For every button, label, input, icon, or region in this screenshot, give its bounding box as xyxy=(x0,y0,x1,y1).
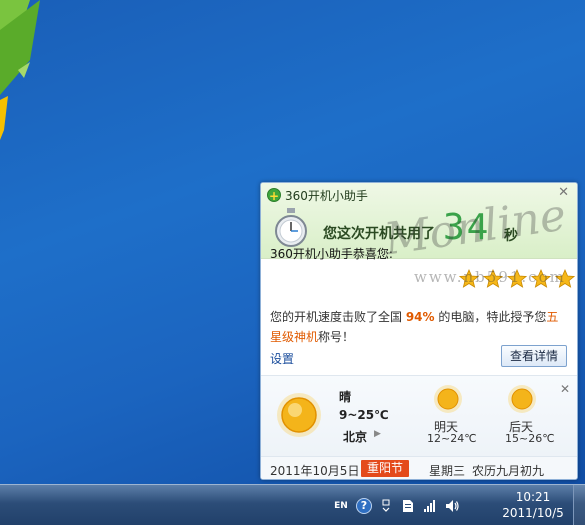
rating-stars xyxy=(459,269,575,289)
360-logo-icon: + xyxy=(267,188,281,203)
forecast-temperature: 15~26℃ xyxy=(505,432,555,445)
volume-icon[interactable] xyxy=(444,498,460,514)
desktop-logo-decoration xyxy=(0,0,40,140)
boot-seconds-value: 34 xyxy=(443,207,491,248)
desc-prefix: 您的开机速度击败了全国 xyxy=(270,310,406,324)
stopwatch-icon xyxy=(275,208,307,247)
view-details-button[interactable]: 查看详情 xyxy=(501,345,567,367)
system-tray: EN ? xyxy=(332,485,460,525)
show-desktop-button[interactable] xyxy=(573,485,585,525)
chevron-right-icon[interactable]: ▶ xyxy=(374,429,381,439)
language-indicator[interactable]: EN xyxy=(332,498,350,514)
clock-date: 2011/10/5 xyxy=(502,506,564,520)
weather-panel: ✕ 晴 9~25℃ 北京 ▶ 明天 12~24℃ 后天 15~26℃ xyxy=(261,376,577,456)
boot-seconds-unit: 秒 xyxy=(504,228,518,244)
help-icon[interactable]: ? xyxy=(356,497,372,514)
speed-description: 您的开机速度击败了全国 94% 的电脑，特此授予您五星级神机称号！ xyxy=(270,307,570,347)
taskbar: EN ? 10:21 2011/10/5 xyxy=(0,484,585,525)
network-signal-icon[interactable] xyxy=(422,498,438,514)
star-icon xyxy=(507,269,527,288)
weekday: 星期三 xyxy=(429,464,466,478)
city-selector[interactable]: 北京 xyxy=(343,428,367,445)
clock-time: 10:21 xyxy=(515,490,551,504)
tray-expand-icon[interactable] xyxy=(378,498,394,514)
boot-time-label: 您这次开机共用了 xyxy=(323,226,435,242)
star-icon xyxy=(555,269,575,288)
star-icon xyxy=(531,269,551,288)
festival-badge: 重阳节 xyxy=(361,460,410,477)
popup-title: 360开机小助手 xyxy=(285,188,368,203)
popup-title-row: + 360开机小助手 xyxy=(267,186,368,204)
date-bar: 2011年10月5日 重阳节 星期三 农历九月初九 xyxy=(261,456,577,479)
sunny-icon xyxy=(508,385,536,413)
taskbar-clock[interactable]: 10:21 2011/10/5 xyxy=(500,489,566,521)
desc-middle: 的电脑，特此授予您 xyxy=(434,310,547,324)
settings-link[interactable]: 设置 xyxy=(270,350,294,367)
today-condition: 晴 xyxy=(339,390,352,404)
congrats-text: 360开机小助手恭喜您: xyxy=(270,247,393,261)
lunar-date: 农历九月初九 xyxy=(472,464,545,478)
star-icon xyxy=(459,269,479,288)
star-icon xyxy=(483,269,503,288)
weather-close-icon[interactable]: ✕ xyxy=(560,382,570,396)
today-temperature: 9~25℃ xyxy=(339,408,389,422)
current-date: 2011年10月5日 xyxy=(270,464,360,478)
action-center-icon[interactable] xyxy=(400,498,416,514)
sunny-icon xyxy=(434,385,462,413)
boot-assistant-popup: + 360开机小助手 ✕ 您这次开机共用了 34 秒 360开机小助手恭喜您: … xyxy=(260,182,578,480)
desc-suffix: 称号！ xyxy=(318,330,355,344)
close-icon[interactable]: ✕ xyxy=(558,185,569,200)
sunny-icon xyxy=(277,393,321,437)
desc-percent: 94% xyxy=(405,310,435,324)
forecast-temperature: 12~24℃ xyxy=(427,432,477,445)
